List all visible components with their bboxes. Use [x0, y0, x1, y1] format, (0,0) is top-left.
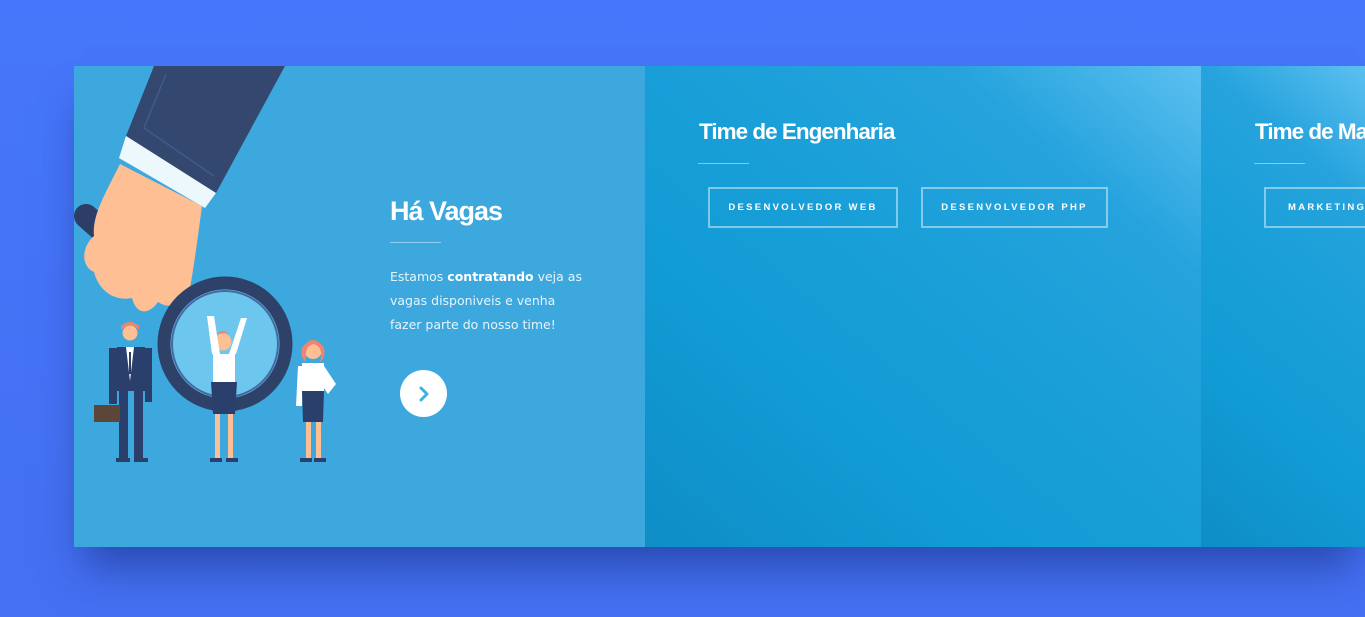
next-slide-button[interactable] — [400, 370, 447, 417]
hiring-illustration — [74, 66, 336, 462]
team-panel-engineering: Time de Engenharia DESENVOLVEDOR WEB DES… — [645, 66, 1201, 547]
job-button-desenvolvedor-php[interactable]: DESENVOLVEDOR PHP — [921, 187, 1108, 228]
team-title: Time de Engenharia — [699, 119, 895, 144]
job-button-marketing[interactable]: MARKETING — [1264, 187, 1365, 228]
intro-description: Estamos contratando veja as vagas dispon… — [390, 265, 590, 337]
team-title: Time de Ma — [1255, 119, 1365, 144]
job-button-desenvolvedor-web[interactable]: DESENVOLVEDOR WEB — [708, 187, 898, 228]
intro-title: Há Vagas — [390, 196, 503, 226]
woman-standing — [296, 340, 336, 462]
title-divider — [390, 242, 441, 243]
careers-carousel: Há Vagas Estamos contratando veja as vag… — [74, 66, 1365, 547]
team-title-divider — [1254, 163, 1305, 164]
intro-content: Há Vagas Estamos contratando veja as vag… — [390, 196, 590, 337]
team-panel-marketing: Time de Ma MARKETING — [1201, 66, 1365, 547]
chevron-right-icon — [419, 386, 428, 401]
intro-desc-start: Estamos — [390, 269, 448, 284]
intro-desc-highlight: contratando — [447, 269, 534, 284]
man-with-briefcase — [94, 322, 152, 462]
team-title-divider — [698, 163, 749, 164]
intro-panel: Há Vagas Estamos contratando veja as vag… — [74, 66, 645, 547]
page-background: Há Vagas Estamos contratando veja as vag… — [0, 0, 1365, 617]
